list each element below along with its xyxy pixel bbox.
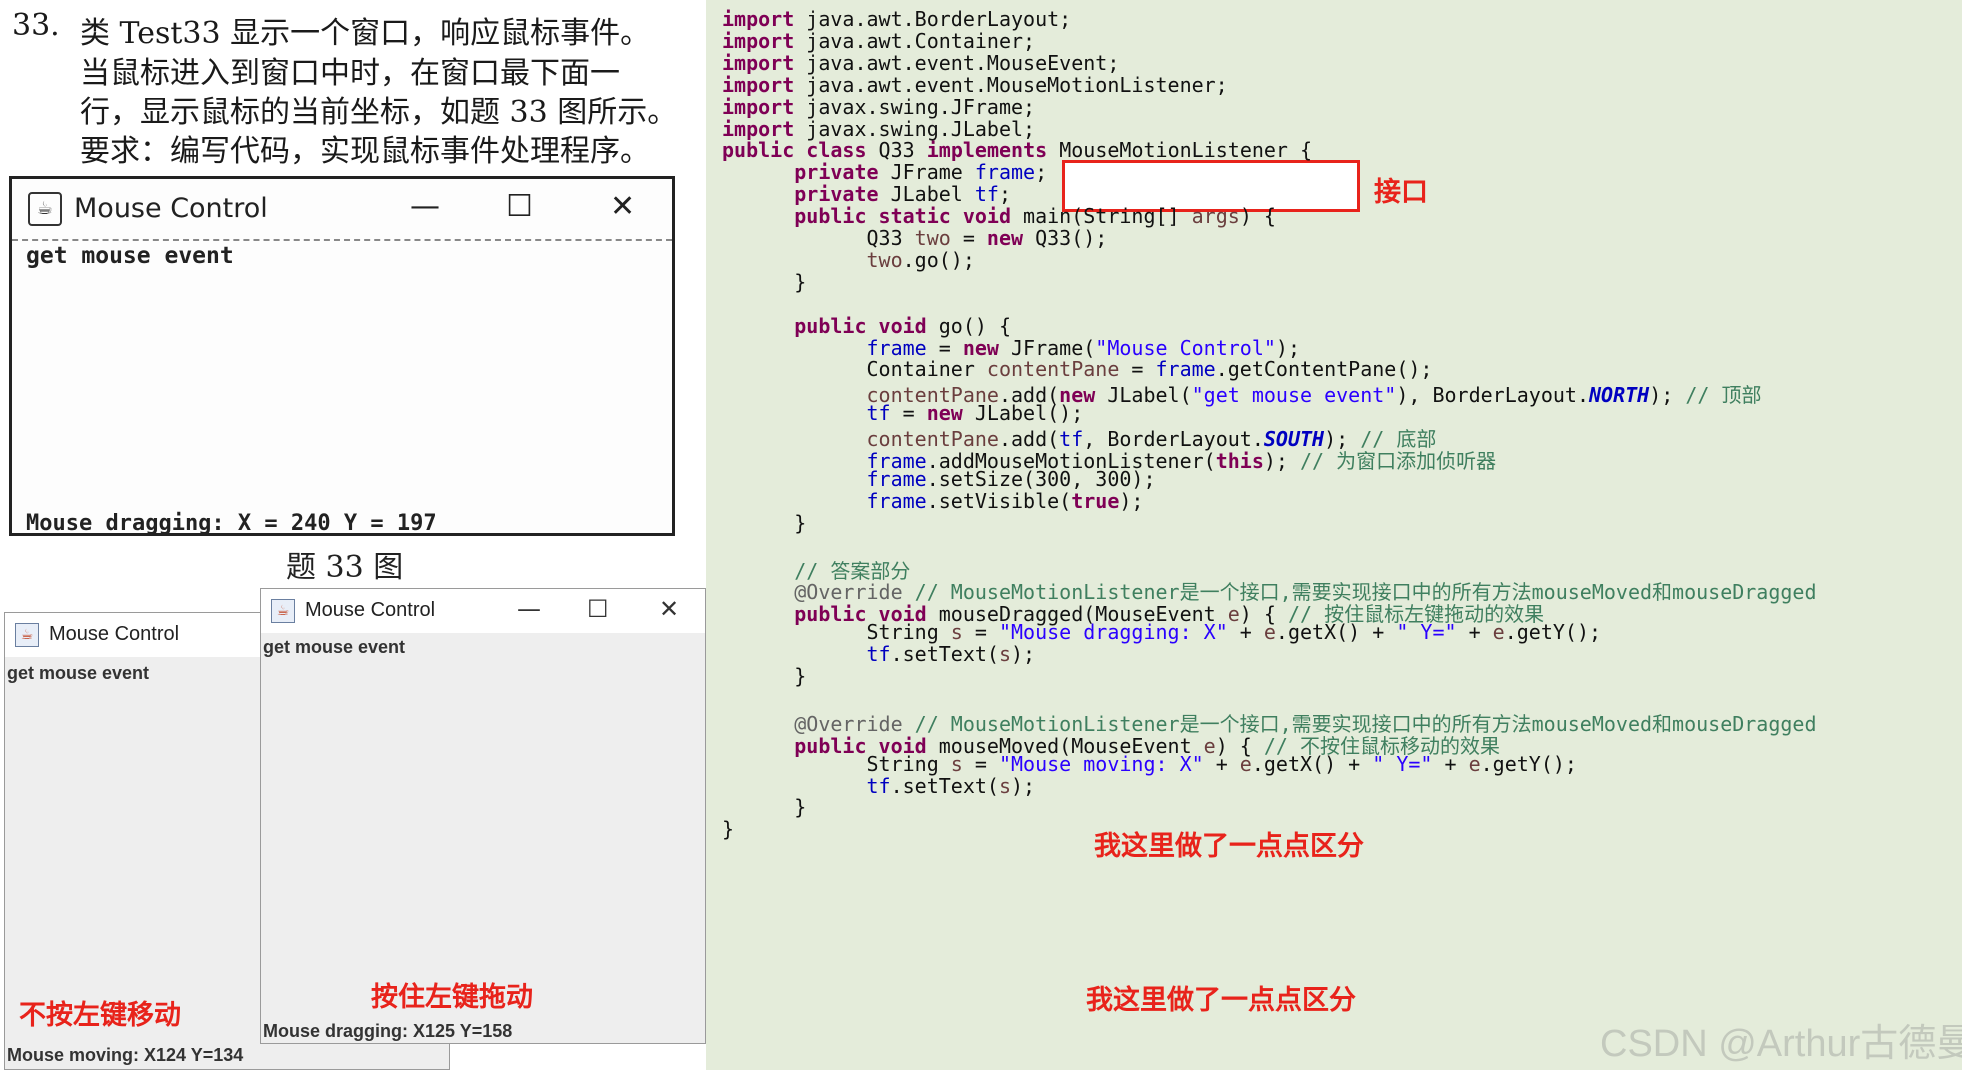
code-line: tf.setText(s); <box>866 773 1036 798</box>
code-line: String s = "Mouse moving: X" + e.getX() … <box>722 751 1577 776</box>
question-line-2: 当鼠标进入到窗口中时，在窗口最下面一 <box>80 56 620 91</box>
code-line: import javax.swing.JFrame; <box>722 94 1036 119</box>
figure-caption: 题 33 图 <box>286 550 404 585</box>
java-app-icon: ☕ <box>28 192 62 226</box>
diff-note-1: 我这里做了一点点区分 <box>1094 831 1364 862</box>
code-line: String s = "Mouse dragging: X" + e.getX(… <box>722 620 1602 645</box>
code-line: private JFrame frame; <box>794 160 1048 185</box>
north-label: get mouse event <box>263 637 406 657</box>
code-line: Container contentPane = frame.getContent… <box>722 357 1433 382</box>
swing-window-dragging[interactable]: ☕ Mouse Control — ☐ ✕ get mouse event 按住… <box>260 588 706 1044</box>
code-line: frame.setVisible(true); <box>866 488 1144 513</box>
code-line: } <box>722 817 735 842</box>
dragging-note: 按住左键拖动 <box>371 982 533 1013</box>
minimize-button[interactable]: — <box>517 595 541 623</box>
code-line: import java.awt.BorderLayout; <box>722 7 1072 31</box>
close-icon: ✕ <box>610 189 636 224</box>
code-line: public void go() { <box>794 313 1012 338</box>
moving-note: 不按左键移动 <box>19 1000 181 1031</box>
minimize-icon: — <box>410 189 440 224</box>
code-panel: 接口 我这里做了一点点区分 我这里做了一点点区分 import java.awt… <box>706 0 1962 1070</box>
code-line: two.go(); <box>866 247 975 272</box>
code-line: } <box>722 664 807 688</box>
window-titlebar[interactable]: ☕ Mouse Control — ☐ ✕ <box>261 589 705 633</box>
java-app-icon: ☕ <box>15 623 39 647</box>
code-line: Q33 two = new Q33(); <box>722 226 1108 250</box>
code-line: public static void main(String[] args) { <box>794 204 1276 229</box>
book-figure-window: ☕ Mouse Control — ☐ ✕ get mouse event Mo… <box>9 176 675 536</box>
interface-label: 接口 <box>1374 177 1428 208</box>
code-line: import java.awt.event.MouseMotionListene… <box>722 72 1228 97</box>
code-line: frame = new JFrame("Mouse Control"); <box>866 335 1301 360</box>
diff-note-2: 我这里做了一点点区分 <box>1086 985 1356 1016</box>
code-line: public class Q33 implements MouseMotionL… <box>722 138 1313 163</box>
code-line: private JLabel tf; <box>794 182 1012 207</box>
code-line: tf.setText(s); <box>866 642 1036 667</box>
code-line: } <box>722 269 807 294</box>
south-label: Mouse moving: X124 Y=134 <box>7 1045 244 1065</box>
maximize-icon: ☐ <box>506 189 533 224</box>
question-line-1: 类 Test33 显示一个窗口，响应鼠标事件。 <box>80 16 651 51</box>
java-app-icon: ☕ <box>271 599 295 623</box>
north-label: get mouse event <box>7 663 150 683</box>
close-button[interactable]: ✕ <box>659 595 679 623</box>
book-bottom-label: Mouse dragging: X = 240 Y = 197 <box>26 511 437 536</box>
book-window-title: Mouse Control <box>74 193 268 224</box>
code-line: import java.awt.event.MouseEvent; <box>722 50 1120 75</box>
question-line-4: 要求：编写代码，实现鼠标事件处理程序。 <box>80 134 650 169</box>
question-line-3: 行，显示鼠标的当前坐标，如题 33 图所示。 <box>80 95 678 130</box>
titlebar-divider <box>12 239 672 241</box>
book-top-label: get mouse event <box>26 243 234 269</box>
maximize-button[interactable]: ☐ <box>587 595 609 623</box>
window-title: Mouse Control <box>49 623 180 645</box>
code-line: import java.awt.Container; <box>722 28 1036 53</box>
code-line: } <box>722 795 807 820</box>
south-label: Mouse dragging: X125 Y=158 <box>263 1021 513 1041</box>
window-title: Mouse Control <box>305 599 436 621</box>
left-panel: 33. 类 Test33 显示一个窗口，响应鼠标事件。 当鼠标进入到窗口中时，在… <box>0 0 706 1070</box>
code-line: } <box>722 510 807 535</box>
question-number: 33. <box>12 8 60 43</box>
code-line: tf = new JLabel(); <box>866 401 1084 426</box>
code-line: frame.setSize(300, 300); <box>866 466 1156 491</box>
code-line: import javax.swing.JLabel; <box>722 116 1036 141</box>
watermark: CSDN @Arthur古德曼 <box>1600 1023 1962 1065</box>
